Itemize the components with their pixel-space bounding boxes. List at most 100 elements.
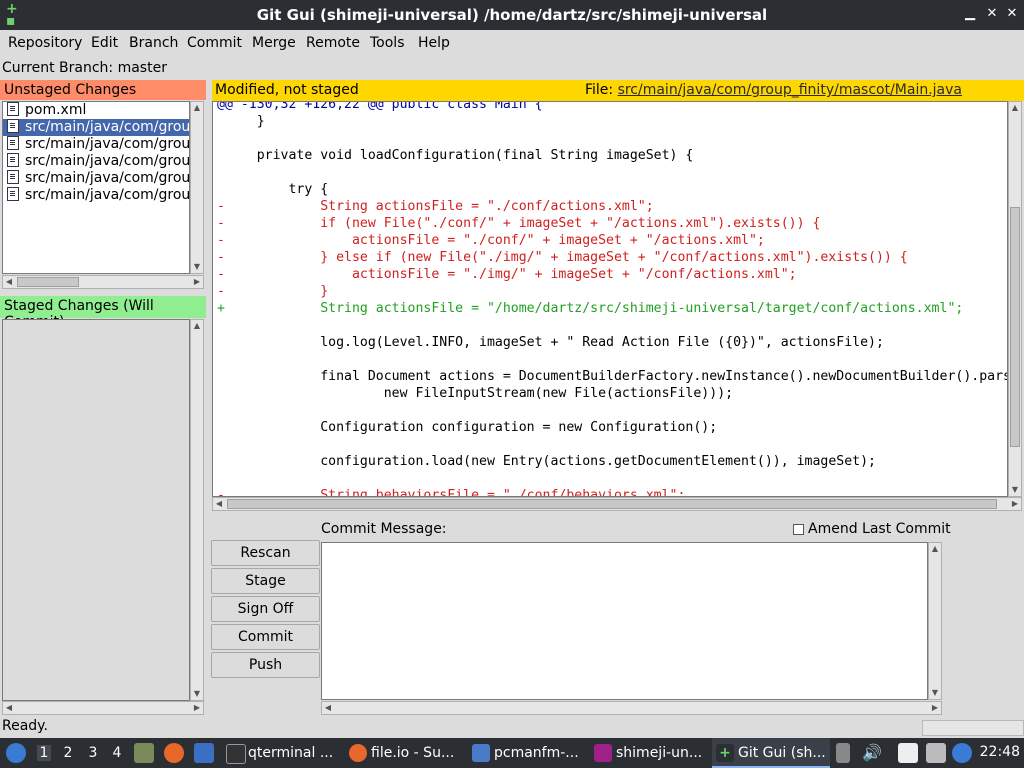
close-icon[interactable]: ✕ xyxy=(1004,6,1020,22)
title-bar: + ▪ Git Gui (shimeji-universal) /home/dar… xyxy=(0,0,1024,30)
diff-viewer[interactable]: @@ -130,32 +126,22 @@ public class Main … xyxy=(212,101,1008,497)
scroll-down-icon[interactable]: ▼ xyxy=(191,688,203,700)
diff-line: - } xyxy=(217,284,329,299)
menu-tools[interactable]: Tools xyxy=(370,35,405,51)
diff-line: @@ -130,32 +126,22 @@ public class Main … xyxy=(217,101,543,112)
scroll-up-icon[interactable]: ▲ xyxy=(191,320,203,332)
amend-last-commit-checkbox[interactable] xyxy=(793,524,804,535)
file-icon xyxy=(7,136,19,150)
unstaged-file-list[interactable]: pom.xml src/main/java/com/group_finity/m… xyxy=(2,101,190,274)
diff-line: try { xyxy=(217,182,329,197)
clock[interactable]: 22:48 xyxy=(980,744,1020,760)
unstaged-file-item[interactable]: pom.xml xyxy=(3,102,189,119)
sign-off-button[interactable]: Sign Off xyxy=(211,596,320,622)
diff-line: final Document actions = DocumentBuilder… xyxy=(217,369,1008,384)
clipboard-icon[interactable] xyxy=(898,743,918,763)
unstaged-file-item[interactable]: src/main/java/com/group_finity/mascot/im… xyxy=(3,170,189,187)
unstaged-file-item[interactable]: src/main/java/com/group_finity/mascot/Ma… xyxy=(3,153,189,170)
unstaged-horizontal-scrollbar[interactable]: ◀ ▶ xyxy=(2,275,204,289)
unstaged-file-item[interactable]: src/main/java/com/group_finity/mascot/Ma… xyxy=(3,136,189,153)
desktop-launcher-icon[interactable] xyxy=(194,743,214,763)
menu-bar: Repository Edit Branch Commit Merge Remo… xyxy=(0,30,1024,58)
menu-merge[interactable]: Merge xyxy=(252,35,296,51)
scroll-up-icon[interactable]: ▲ xyxy=(929,543,941,555)
tray-scroll-icon[interactable] xyxy=(836,743,850,763)
unstaged-file-item[interactable]: src/main/java/com/group_finity/mascot/so… xyxy=(3,187,189,204)
diff-line: configuration.load(new Entry(actions.get… xyxy=(217,454,876,469)
diff-vertical-scrollbar[interactable]: ▲ ▼ xyxy=(1008,101,1022,497)
terminal-icon xyxy=(226,744,246,764)
menu-edit[interactable]: Edit xyxy=(91,35,118,51)
volume-icon[interactable]: 🔊 xyxy=(862,743,882,763)
workspace-4[interactable]: 4 xyxy=(110,745,124,761)
commit-horizontal-scrollbar[interactable]: ◀ ▶ xyxy=(321,701,942,715)
task-qterminal[interactable]: qterminal ... xyxy=(222,738,342,768)
workspace-1[interactable]: 1 xyxy=(37,745,51,761)
diff-line: - String behaviorsFile = "./conf/behavio… xyxy=(217,488,686,497)
diff-line: private void loadConfiguration(final Str… xyxy=(217,148,694,163)
updates-icon[interactable] xyxy=(952,743,972,763)
menu-remote[interactable]: Remote xyxy=(306,35,360,51)
scrollbar-thumb[interactable] xyxy=(17,277,79,287)
staged-horizontal-scrollbar[interactable]: ◀ ▶ xyxy=(2,701,204,715)
workspace-2[interactable]: 2 xyxy=(61,745,75,761)
window-title: Git Gui (shimeji-universal) /home/dartz/… xyxy=(256,6,768,24)
staged-file-list[interactable] xyxy=(2,319,190,701)
scroll-down-icon[interactable]: ▼ xyxy=(1009,484,1021,496)
start-menu-icon[interactable] xyxy=(6,743,26,763)
diff-line: - if (new File("./conf/" + imageSet + "/… xyxy=(217,216,821,231)
scroll-left-icon[interactable]: ◀ xyxy=(3,276,15,288)
file-icon xyxy=(7,153,19,167)
folder-icon xyxy=(472,744,490,762)
scroll-left-icon[interactable]: ◀ xyxy=(3,702,15,714)
scrollbar-thumb[interactable] xyxy=(227,499,997,509)
stage-changed-button[interactable]: Stage Changed xyxy=(211,568,320,614)
diff-file-path-link[interactable]: src/main/java/com/group_finity/mascot/Ma… xyxy=(618,82,962,98)
scroll-right-icon[interactable]: ▶ xyxy=(1009,498,1021,510)
workspace-3[interactable]: 3 xyxy=(86,745,100,761)
current-branch-label: Current Branch: master xyxy=(2,60,167,76)
diff-status-label: Modified, not staged xyxy=(215,82,359,98)
unstaged-vertical-scrollbar[interactable]: ▲ ▼ xyxy=(190,101,204,274)
amend-last-commit-label[interactable]: Amend Last Commit xyxy=(808,521,951,537)
firefox-launcher-icon[interactable] xyxy=(164,743,184,763)
commit-message-label: Commit Message: xyxy=(321,521,447,537)
task-pcmanfm[interactable]: pcmanfm-... xyxy=(468,738,588,768)
scroll-right-icon[interactable]: ▶ xyxy=(191,702,203,714)
diff-line: - String actionsFile = "./conf/actions.x… xyxy=(217,199,654,214)
scroll-right-icon[interactable]: ▶ xyxy=(191,276,203,288)
unstaged-file-item-selected[interactable]: src/main/java/com/group_finity/mascot/Ma… xyxy=(3,119,189,136)
commit-message-input[interactable] xyxy=(321,542,928,700)
rescan-button[interactable]: Rescan xyxy=(211,540,320,566)
scrollbar-thumb[interactable] xyxy=(1010,207,1020,447)
scroll-up-icon[interactable]: ▲ xyxy=(1009,102,1021,114)
staged-vertical-scrollbar[interactable]: ▲ ▼ xyxy=(190,319,204,701)
status-bar: Ready. xyxy=(0,718,1024,738)
menu-help[interactable]: Help xyxy=(418,35,450,51)
diff-line: new FileInputStream(new File(actionsFile… xyxy=(217,386,734,401)
staged-changes-header: Staged Changes (Will Commit) xyxy=(0,296,206,330)
scroll-down-icon[interactable]: ▼ xyxy=(929,687,941,699)
network-icon[interactable] xyxy=(926,743,946,763)
diff-line: - actionsFile = "./conf/" + imageSet + "… xyxy=(217,233,765,248)
scroll-left-icon[interactable]: ◀ xyxy=(213,498,225,510)
minimize-icon[interactable]: ▁ xyxy=(962,6,978,22)
commit-button[interactable]: Commit xyxy=(211,624,320,650)
push-button[interactable]: Push xyxy=(211,652,320,678)
file-manager-launcher-icon[interactable] xyxy=(134,743,154,763)
diff-line: - } else if (new File("./img/" + imageSe… xyxy=(217,250,908,265)
scroll-up-icon[interactable]: ▲ xyxy=(191,102,203,114)
task-git-gui[interactable]: + Git Gui (sh... xyxy=(712,738,830,768)
menu-commit[interactable]: Commit xyxy=(187,35,242,51)
menu-branch[interactable]: Branch xyxy=(129,35,178,51)
scroll-down-icon[interactable]: ▼ xyxy=(191,261,203,273)
task-intellij[interactable]: shimeji-un... xyxy=(590,738,710,768)
diff-line: - actionsFile = "./img/" + imageSet + "/… xyxy=(217,267,797,282)
scroll-left-icon[interactable]: ◀ xyxy=(322,702,334,714)
scroll-right-icon[interactable]: ▶ xyxy=(929,702,941,714)
menu-repository[interactable]: Repository xyxy=(8,35,82,51)
maximize-icon[interactable]: ✕ xyxy=(984,6,1000,22)
task-firefox[interactable]: file.io - Su... xyxy=(345,738,465,768)
diff-horizontal-scrollbar[interactable]: ◀ ▶ xyxy=(212,497,1022,511)
commit-vertical-scrollbar[interactable]: ▲ ▼ xyxy=(928,542,942,700)
